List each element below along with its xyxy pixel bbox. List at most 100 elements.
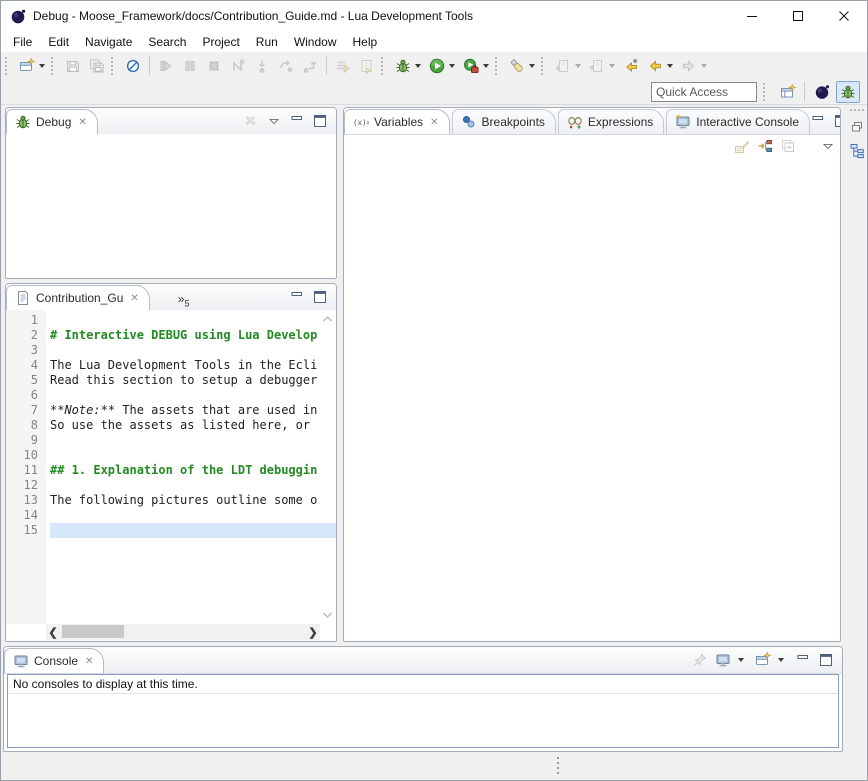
scroll-right-icon[interactable]: ❯ [306,624,320,640]
quick-access-input[interactable] [651,82,757,102]
outline-view-icon[interactable] [847,141,867,161]
close-window-icon[interactable] [821,1,867,31]
close-icon[interactable]: ✕ [430,117,438,128]
step-into-icon[interactable] [250,55,274,77]
step-return-icon[interactable] [298,55,322,77]
maximize-view-icon[interactable] [833,113,841,129]
step-over-icon[interactable] [274,55,298,77]
minimize-window-icon[interactable] [729,1,775,31]
save-all-icon[interactable] [85,55,109,77]
editor-line[interactable]: 11## 1. Explanation of the LDT debuggin [6,463,336,478]
collapse-all-icon[interactable] [780,138,796,154]
save-icon[interactable] [61,55,85,77]
pin-console-icon[interactable] [692,652,708,668]
remove-all-terminated-icon[interactable] [243,113,259,129]
editor-line[interactable]: 14 [6,508,336,523]
maximize-view-icon[interactable] [818,652,834,668]
editor-line[interactable]: 13The following pictures outline some o [6,493,336,508]
menu-item-edit[interactable]: Edit [40,33,77,51]
tab-interactive-console[interactable]: Interactive Console [666,109,810,134]
dropdown-arrow-icon[interactable] [449,64,455,68]
search-icon[interactable] [505,55,529,77]
open-perspective-icon[interactable] [776,81,800,103]
dropdown-arrow-icon[interactable] [575,64,581,68]
dropdown-arrow-icon[interactable] [738,658,744,662]
editor-text-area[interactable]: 12# Interactive DEBUG using Lua Develop3… [6,310,336,624]
menu-item-window[interactable]: Window [286,33,345,51]
last-edit-location-icon[interactable] [619,55,643,77]
disconnect-icon[interactable] [226,55,250,77]
editor-line[interactable]: 7**Note:** The assets that are used in [6,403,336,418]
dropdown-arrow-icon[interactable] [483,64,489,68]
run-icon[interactable] [425,55,449,77]
editor-line[interactable]: 2# Interactive DEBUG using Lua Develop [6,328,336,343]
menu-item-help[interactable]: Help [345,33,386,51]
dropdown-arrow-icon[interactable] [609,64,615,68]
scroll-down-icon[interactable] [322,608,333,622]
maximize-view-icon[interactable] [312,289,328,305]
skip-all-breakpoints-icon[interactable] [121,55,145,77]
maximize-window-icon[interactable] [775,1,821,31]
dropdown-arrow-icon[interactable] [701,64,707,68]
editor-line[interactable]: 6 [6,388,336,403]
menu-item-project[interactable]: Project [194,33,247,51]
close-icon[interactable]: ✕ [85,656,93,667]
show-type-names-icon[interactable] [734,138,750,154]
dropdown-arrow-icon[interactable] [529,64,535,68]
next-annotation-icon[interactable] [551,55,575,77]
editor-line[interactable]: 5Read this section to setup a debugger [6,373,336,388]
maximize-view-icon[interactable] [312,113,328,129]
menu-item-search[interactable]: Search [140,33,194,51]
tab-expressions[interactable]: Expressions [558,109,664,134]
view-menu-icon[interactable] [820,138,836,154]
trim-drag-handle-icon[interactable] [557,757,559,774]
editor-line[interactable]: 10 [6,448,336,463]
scroll-left-icon[interactable]: ❮ [46,624,60,640]
editor-line[interactable]: 9 [6,433,336,448]
tab-contribution-guide[interactable]: Contribution_Gu ✕ [6,285,150,310]
tab-debug[interactable]: Debug ✕ [6,109,98,134]
back-icon[interactable] [643,55,667,77]
menu-item-navigate[interactable]: Navigate [77,33,140,51]
editor-line[interactable]: 12 [6,478,336,493]
dropdown-arrow-icon[interactable] [667,64,673,68]
tab-breakpoints[interactable]: Breakpoints [452,109,556,134]
external-tools-icon[interactable] [459,55,483,77]
open-console-icon[interactable] [755,652,771,668]
debug-perspective-button[interactable] [836,81,860,103]
dropdown-arrow-icon[interactable] [39,64,45,68]
minimize-view-icon[interactable] [289,289,305,305]
editor-line[interactable]: 1 [6,313,336,328]
show-logical-structures-icon[interactable] [757,138,773,154]
hidden-editors-chevron[interactable]: »5 [178,292,190,310]
editor-line[interactable]: 15 [6,523,336,538]
lua-perspective-button[interactable] [810,81,834,103]
horizontal-scrollbar[interactable]: ❮ ❯ [46,624,320,640]
resume-icon[interactable] [154,55,178,77]
dropdown-arrow-icon[interactable] [415,64,421,68]
suspend-icon[interactable] [178,55,202,77]
debug-icon[interactable] [391,55,415,77]
editor-line[interactable]: 3 [6,343,336,358]
restore-view-icon[interactable] [847,117,867,137]
editor-line[interactable]: 4The Lua Development Tools in the Ecli [6,358,336,373]
minimize-view-icon[interactable] [795,652,811,668]
use-step-filters-icon[interactable] [331,55,355,77]
tab-variables[interactable]: (x)=Variables✕ [344,109,450,134]
editor-line[interactable]: 8So use the assets as listed here, or [6,418,336,433]
run-to-line-icon[interactable] [355,55,379,77]
close-icon[interactable]: ✕ [130,293,138,304]
menu-item-file[interactable]: File [5,33,40,51]
minimize-view-icon[interactable] [810,113,826,129]
close-icon[interactable]: ✕ [78,117,86,128]
view-menu-icon[interactable] [266,113,282,129]
scrollbar-thumb[interactable] [62,625,124,638]
terminate-icon[interactable] [202,55,226,77]
forward-icon[interactable] [677,55,701,77]
scroll-up-icon[interactable] [322,312,333,326]
minimize-view-icon[interactable] [289,113,305,129]
previous-annotation-icon[interactable] [585,55,609,77]
menu-item-run[interactable]: Run [248,33,286,51]
display-selected-console-icon[interactable] [715,652,731,668]
tab-console[interactable]: Console ✕ [4,648,104,673]
